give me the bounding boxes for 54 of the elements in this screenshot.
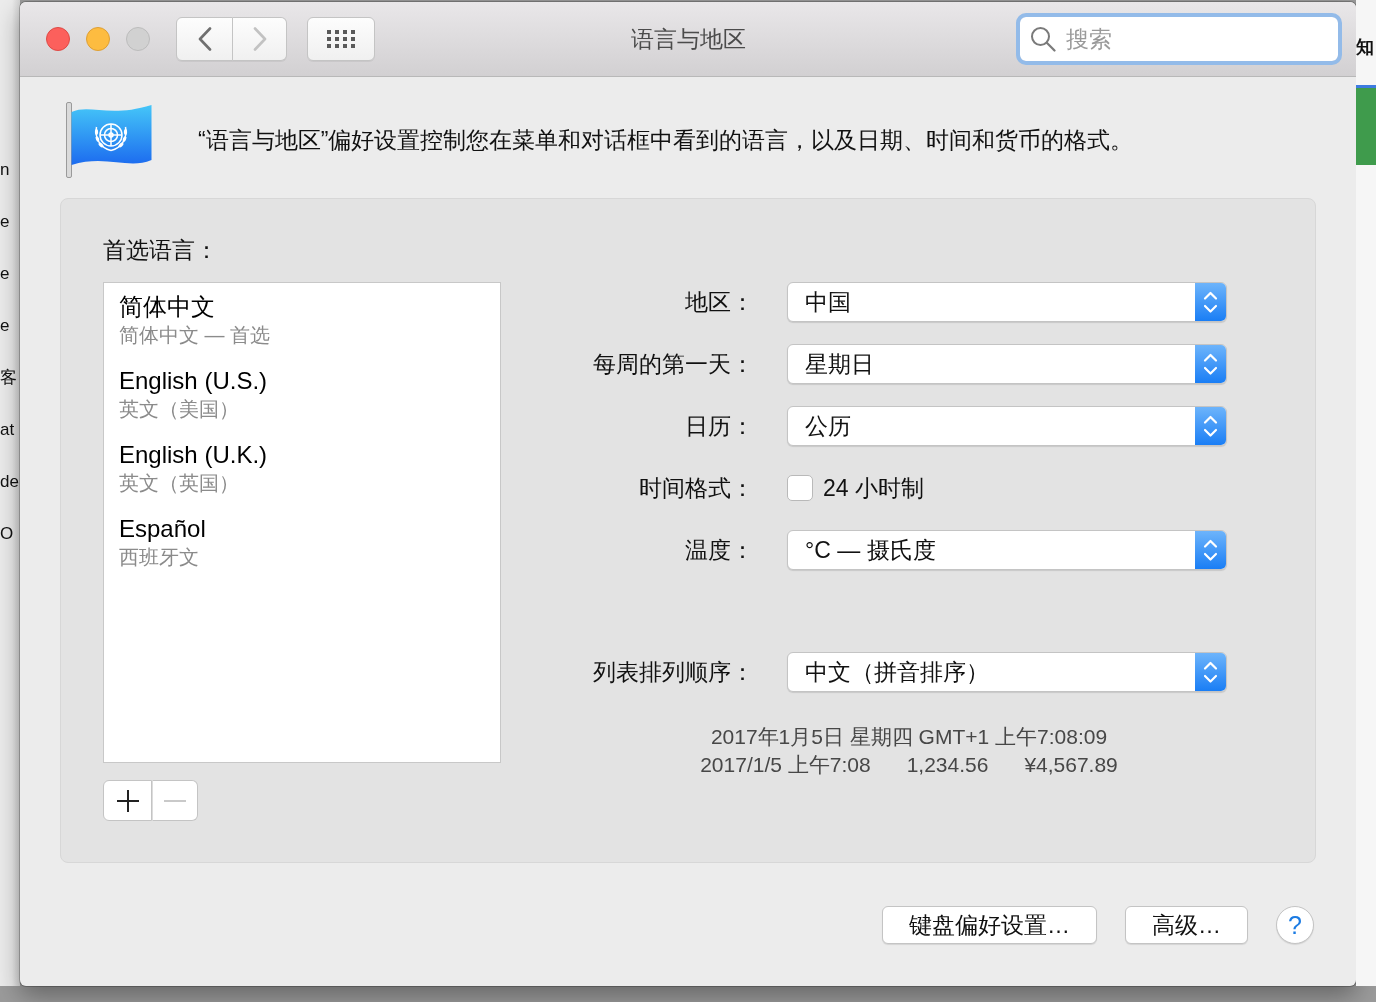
popup-button[interactable]: °C — 摄氏度 [787,530,1227,570]
language-item[interactable]: English (U.S.) 英文（美国） [104,366,500,422]
field-label: 地区： [685,287,754,317]
up-down-chevrons-icon [1195,283,1226,321]
language-item[interactable]: Español 西班牙文 [104,514,500,570]
popup-button[interactable]: 公历 [787,406,1227,446]
checkbox-label: 24 小时制 [823,473,924,503]
sample-text: ¥4,567.89 [1024,752,1118,778]
plus-icon [116,789,139,812]
description-text: “语言与地区”偏好设置控制您在菜单和对话框中看到的语言，以及日期、时间和货币的格式。 [198,125,1134,155]
popup-button[interactable]: 中国 [787,282,1227,322]
background-text: e [0,315,10,337]
minimize-button[interactable] [86,27,110,51]
background-text: 知 [1356,36,1374,58]
section-label: 首选语言： [103,237,218,263]
background-text: at [0,419,15,441]
field-label: 列表排列顺序： [593,657,754,687]
up-down-chevrons-icon [1195,653,1226,691]
window-title: 语言与地区 [630,24,746,54]
background-text: 客 [0,367,17,389]
field-label: 日历： [685,411,754,441]
popup-button[interactable]: 中文（拼音排序） [787,652,1227,692]
background-text: e [0,211,10,233]
language-item[interactable]: English (U.K.) 英文（英国） [104,440,500,496]
chevron-left-icon [197,27,212,51]
dialog-button[interactable]: 高级… [1125,906,1248,944]
field-label: 时间格式： [639,473,754,503]
up-down-chevrons-icon [1195,345,1226,383]
grid-icon [327,30,355,48]
chevron-right-icon [252,27,267,51]
dialog-button[interactable]: 键盘偏好设置… [882,906,1097,944]
show-all-button[interactable] [307,17,375,61]
add-button[interactable] [103,780,152,821]
field-label: 温度： [685,535,754,565]
background-text: O [0,523,14,545]
popup-button[interactable]: 星期日 [787,344,1227,384]
help-button[interactable]: ? [1276,906,1314,944]
sample-text: 2017年1月5日 星期四 GMT+1 上午7:08:09 [710,724,1108,750]
language-item[interactable]: 简体中文 简体中文 — 首选 [104,292,500,348]
background-text: de [0,471,19,493]
search-icon [1030,26,1056,52]
sample-text: 1,234.56 [906,752,989,778]
background-text: e [0,263,10,285]
flag-icon [66,102,152,178]
minus-icon [164,799,186,802]
checkbox[interactable] [787,475,813,501]
background-text: n [0,159,10,181]
up-down-chevrons-icon [1195,531,1226,569]
close-button[interactable] [46,27,70,51]
up-down-chevrons-icon [1195,407,1226,445]
sample-text: 2017/1/5 上午7:08 [700,752,871,778]
search-field[interactable]: 搜索 [1016,13,1342,65]
field-label: 每周的第一天： [593,349,754,379]
back-button[interactable] [176,17,233,61]
